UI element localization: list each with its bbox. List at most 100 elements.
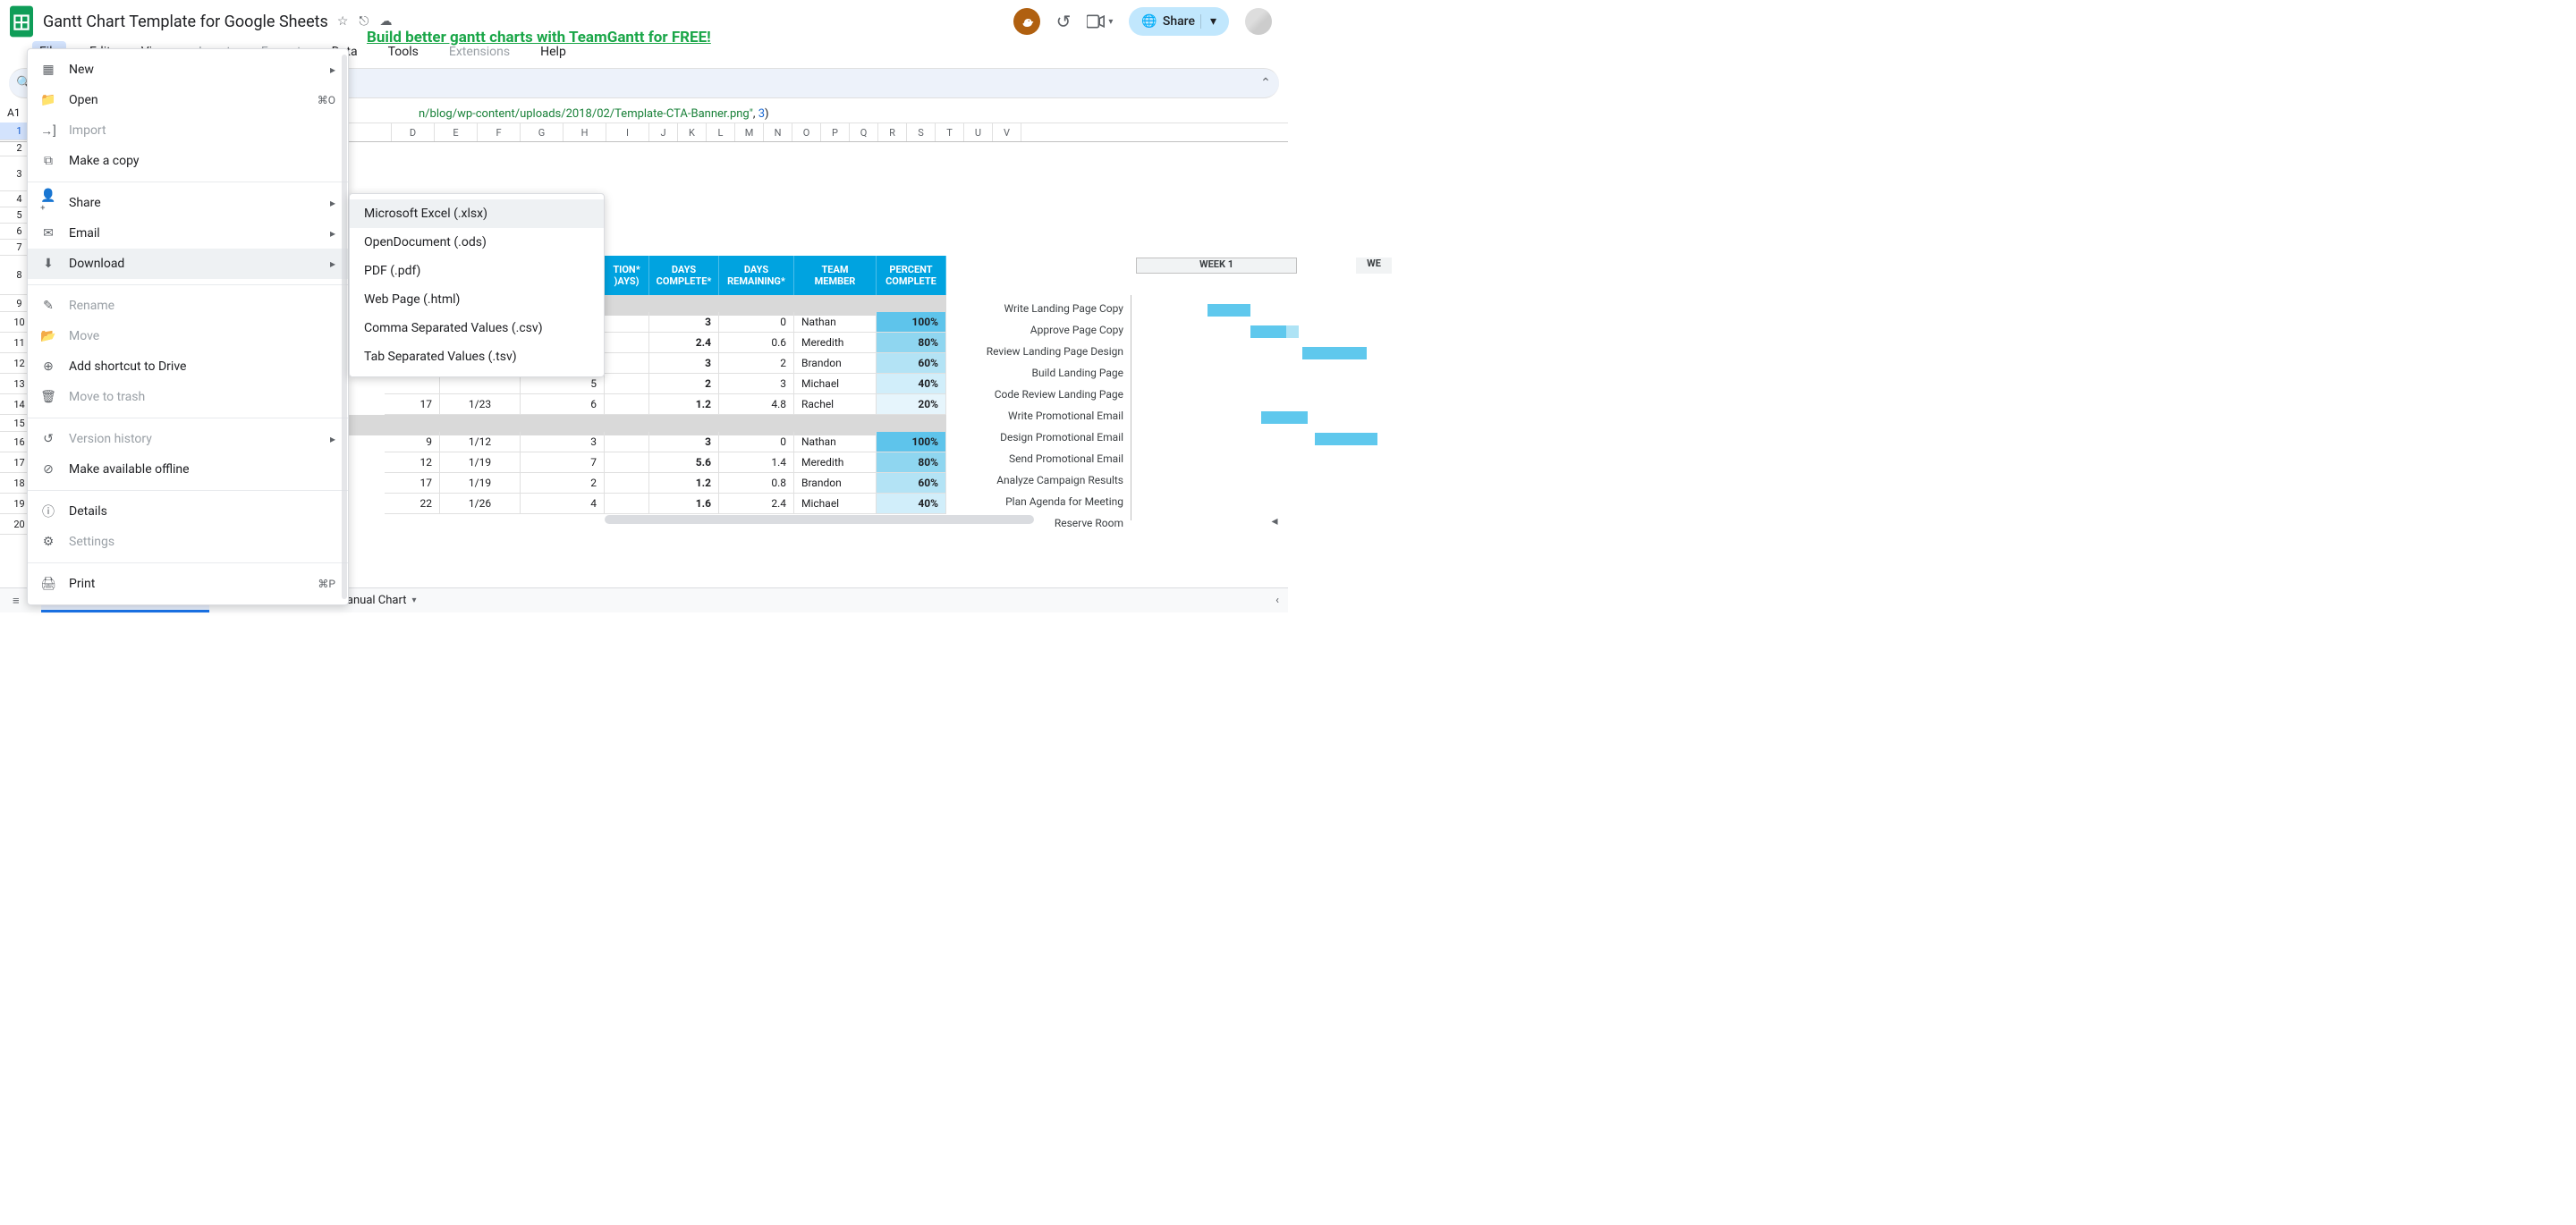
th-team-member: TEAM MEMBER	[794, 256, 877, 295]
share-label: Share	[1163, 14, 1195, 29]
globe-icon: 🌐	[1141, 14, 1157, 29]
menu-move[interactable]: 📂Move	[28, 321, 348, 351]
download-icon: ⬇	[40, 256, 56, 272]
th-percent: PERCENT COMPLETE	[877, 256, 946, 295]
menu-open[interactable]: 📁Open⌘O	[28, 85, 348, 115]
move-icon: 📂	[40, 328, 56, 344]
download-tsv[interactable]: Tab Separated Values (.tsv)	[350, 342, 604, 371]
gantt-task-label: Write Landing Page Copy	[948, 302, 1123, 315]
menu-offline[interactable]: ⊘Make available offline	[28, 454, 348, 485]
print-icon: 🖨	[40, 576, 56, 592]
tab-scroll-left-icon[interactable]: ‹	[1275, 594, 1279, 607]
th-days-complete: DAYS COMPLETE*	[649, 256, 719, 295]
gear-icon: ⚙	[40, 534, 56, 550]
download-submenu: Microsoft Excel (.xlsx) OpenDocument (.o…	[349, 193, 605, 377]
cloud-status-icon[interactable]: ☁	[379, 14, 392, 29]
menu-download[interactable]: ⬇Download▸	[28, 249, 348, 279]
menu-version-history[interactable]: ↺Version history▸	[28, 424, 348, 454]
collapse-toolbar-icon[interactable]: ⌃	[1252, 71, 1279, 96]
th-days-remaining: DAYS REMAINING*	[719, 256, 794, 295]
table-row[interactable]: 171/2361.24.8Rachel20%	[385, 394, 946, 415]
menu-print[interactable]: 🖨Print⌘P	[28, 569, 348, 599]
horizontal-scrollbar[interactable]	[605, 515, 1034, 524]
gantt-task-label: Approve Page Copy	[948, 324, 1123, 336]
gantt-task-label: Send Promotional Email	[948, 452, 1123, 465]
star-icon[interactable]: ☆	[337, 14, 349, 29]
gantt-task-label: Build Landing Page	[948, 367, 1123, 379]
table-row[interactable]: 91/12330Nathan100%	[385, 432, 946, 452]
col-S[interactable]: S	[907, 123, 936, 141]
cta-banner-link[interactable]: Build better gantt charts with TeamGantt…	[367, 29, 711, 46]
history-icon: ↺	[40, 431, 56, 447]
account-avatar[interactable]	[1245, 8, 1272, 35]
col-K[interactable]: K	[678, 123, 707, 141]
name-box-value: A1	[7, 106, 21, 119]
share-dropdown-icon[interactable]: ▾	[1200, 14, 1225, 29]
document-title[interactable]: Gantt Chart Template for Google Sheets	[43, 13, 328, 31]
col-G[interactable]: G	[521, 123, 564, 141]
gantt-task-label: Plan Agenda for Meeting	[948, 495, 1123, 508]
gantt-task-label: Code Review Landing Page	[948, 388, 1123, 401]
col-U[interactable]: U	[964, 123, 993, 141]
offline-icon: ⊘	[40, 461, 56, 477]
move-folder-icon[interactable]: ⎋	[359, 14, 369, 29]
download-pdf[interactable]: PDF (.pdf)	[350, 257, 604, 285]
table-row[interactable]: 171/1921.20.8Brandon60%	[385, 473, 946, 494]
gantt-bar	[1261, 411, 1308, 424]
th-duration: TION* )AYS)	[605, 256, 649, 295]
week-1-header: WEEK 1	[1136, 258, 1297, 274]
col-M[interactable]: M	[735, 123, 764, 141]
col-E[interactable]: E	[435, 123, 478, 141]
col-J[interactable]: J	[649, 123, 678, 141]
table-row[interactable]: 221/2641.62.4Michael40%	[385, 494, 946, 514]
drive-shortcut-icon: ⊕	[40, 359, 56, 375]
menu-new[interactable]: ▦New▸	[28, 55, 348, 85]
col-I[interactable]: I	[606, 123, 649, 141]
formula-number: 3	[758, 107, 765, 121]
menu-add-shortcut[interactable]: ⊕Add shortcut to Drive	[28, 351, 348, 382]
file-menu-dropdown: ▦New▸ 📁Open⌘O →]Import ⧉Make a copy 👤⁺Sh…	[27, 48, 349, 605]
gantt-bar	[1208, 304, 1250, 317]
col-T[interactable]: T	[936, 123, 964, 141]
table-row[interactable]: 121/1975.61.4Meredith80%	[385, 452, 946, 473]
history-icon[interactable]: ↺	[1056, 11, 1072, 32]
col-L[interactable]: L	[707, 123, 735, 141]
menu-make-copy[interactable]: ⧉Make a copy	[28, 146, 348, 176]
col-R[interactable]: R	[878, 123, 907, 141]
person-add-icon: 👤⁺	[40, 195, 56, 211]
download-xlsx[interactable]: Microsoft Excel (.xlsx)	[350, 199, 604, 228]
gantt-task-label: Review Landing Page Design	[948, 345, 1123, 358]
col-N[interactable]: N	[764, 123, 792, 141]
col-O[interactable]: O	[792, 123, 821, 141]
menu-trash[interactable]: 🗑Move to trash	[28, 382, 348, 412]
email-icon: ✉	[40, 225, 56, 241]
col-F[interactable]: F	[478, 123, 521, 141]
menu-import[interactable]: →]Import	[28, 115, 348, 146]
gantt-task-label: Analyze Campaign Results	[948, 474, 1123, 486]
download-html[interactable]: Web Page (.html)	[350, 285, 604, 314]
gantt-bar	[1315, 433, 1377, 445]
meet-icon[interactable]: ▾	[1087, 14, 1113, 29]
download-csv[interactable]: Comma Separated Values (.csv)	[350, 314, 604, 342]
menu-rename[interactable]: ✎Rename	[28, 291, 348, 321]
col-P[interactable]: P	[821, 123, 850, 141]
duck-extension-icon[interactable]	[1013, 8, 1040, 35]
download-ods[interactable]: OpenDocument (.ods)	[350, 228, 604, 257]
col-Q[interactable]: Q	[850, 123, 878, 141]
menu-settings[interactable]: ⚙Settings	[28, 527, 348, 557]
copy-icon: ⧉	[40, 153, 56, 169]
menu-scrollbar[interactable]	[342, 55, 347, 599]
scroll-left-icon[interactable]: ◂	[1267, 515, 1283, 528]
share-button[interactable]: 🌐 Share ▾	[1129, 7, 1229, 36]
col-V[interactable]: V	[993, 123, 1021, 141]
import-icon: →]	[40, 122, 56, 139]
sheets-logo-icon[interactable]	[9, 5, 34, 38]
col-D[interactable]: D	[392, 123, 435, 141]
formula-string: n/blog/wp-content/uploads/2018/02/Templa…	[419, 107, 753, 121]
all-sheets-icon[interactable]: ≡	[5, 594, 27, 608]
menu-share[interactable]: 👤⁺Share▸	[28, 188, 348, 218]
menu-details[interactable]: ⓘDetails	[28, 496, 348, 527]
folder-icon: 📁	[40, 92, 56, 108]
col-H[interactable]: H	[564, 123, 606, 141]
menu-email[interactable]: ✉Email▸	[28, 218, 348, 249]
